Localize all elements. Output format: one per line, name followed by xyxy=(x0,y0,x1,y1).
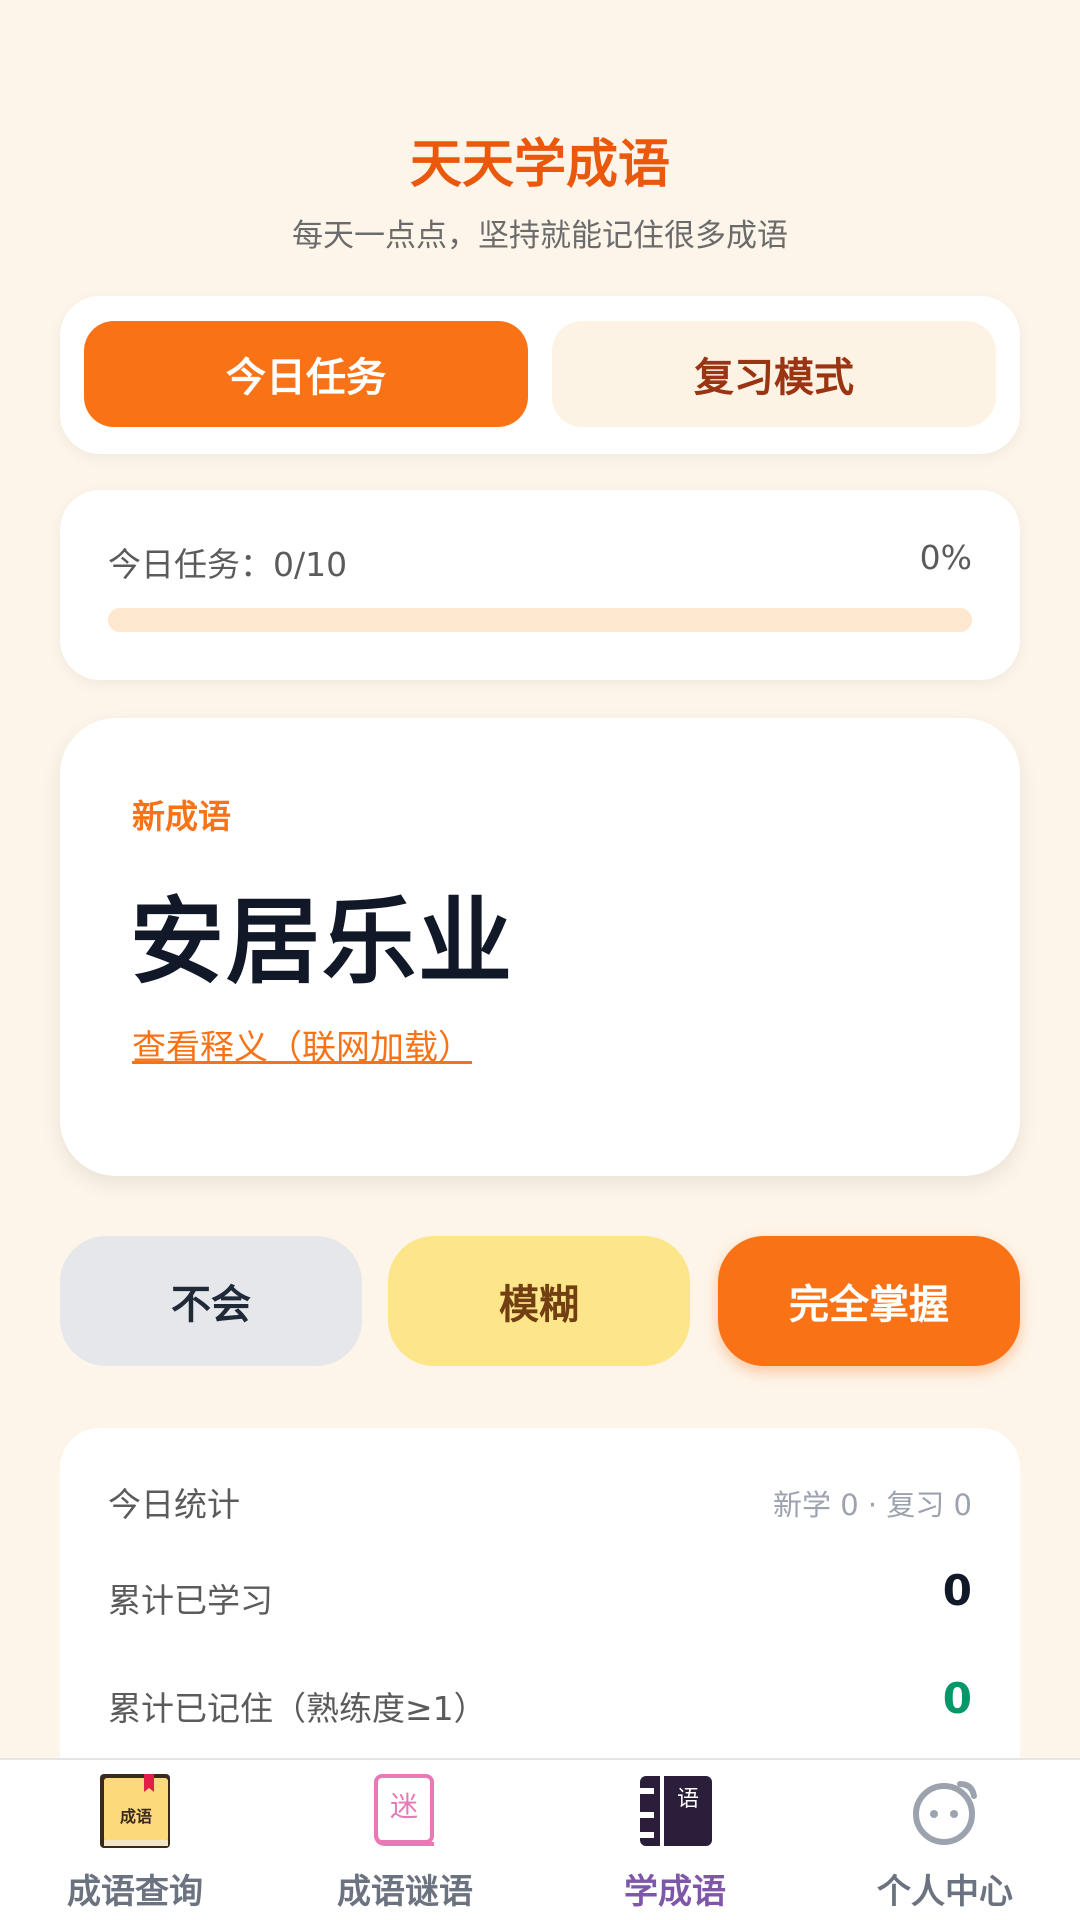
riddle-book-icon: 迷 xyxy=(374,1774,434,1846)
mastered-button[interactable]: 完全掌握 xyxy=(718,1236,1020,1366)
nav-item-idiom-lookup[interactable]: 成语 成语查询 xyxy=(0,1760,270,1920)
idiom-book-glyph: 成语 xyxy=(120,1807,152,1826)
daily-progress-card: 今日任务：0/10 0% xyxy=(60,490,1020,680)
nav-label-idiom-lookup: 成语查询 xyxy=(67,1872,203,1912)
page-header: 天天学成语 每天一点点，坚持就能记住很多成语 xyxy=(0,130,1080,256)
user-face-icon xyxy=(913,1781,977,1845)
nav-label-user-center: 个人中心 xyxy=(877,1872,1013,1912)
learn-idiom-icon: 语 xyxy=(640,1776,712,1846)
progress-label: 今日任务：0/10 xyxy=(108,545,348,584)
riddle-book-glyph: 迷 xyxy=(390,1790,418,1823)
nav-item-idiom-riddle[interactable]: 迷 成语谜语 xyxy=(270,1760,540,1920)
learn-idiom-glyph: 语 xyxy=(677,1787,699,1812)
tab-review-mode[interactable]: 复习模式 xyxy=(552,321,996,427)
stats-title: 今日统计 xyxy=(108,1485,240,1524)
nav-item-user-center[interactable]: 个人中心 xyxy=(810,1760,1080,1920)
nav-item-learn-idiom[interactable]: 语 学成语 xyxy=(540,1760,810,1920)
total-memorized-value: 0 xyxy=(942,1674,972,1723)
idiom-text: 安居乐业 xyxy=(130,888,515,997)
progress-percent: 0% xyxy=(919,538,972,577)
tab-today-task[interactable]: 今日任务 xyxy=(84,321,528,427)
idiom-card: 新成语 安居乐业 查看释义（联网加载） xyxy=(60,718,1020,1176)
bottom-navigation: 成语 成语查询 迷 成语谜语 语 学成语 个人中心 xyxy=(0,1758,1080,1920)
progress-bar xyxy=(108,608,972,632)
nav-label-learn-idiom: 学成语 xyxy=(624,1872,726,1912)
app-screen: 天天学成语 每天一点点，坚持就能记住很多成语 今日任务 复习模式 今日任务：0/… xyxy=(0,0,1080,1920)
page-subtitle: 每天一点点，坚持就能记住很多成语 xyxy=(292,218,788,254)
total-learned-label: 累计已学习 xyxy=(108,1581,273,1620)
idiom-book-icon: 成语 xyxy=(100,1774,170,1848)
fuzzy-button[interactable]: 模糊 xyxy=(388,1236,690,1366)
mode-switch: 今日任务 复习模式 xyxy=(60,296,1020,454)
nav-label-idiom-riddle: 成语谜语 xyxy=(337,1872,473,1912)
total-learned-value: 0 xyxy=(942,1566,972,1615)
new-idiom-tag: 新成语 xyxy=(132,797,231,836)
stats-summary: 新学 0 · 复习 0 xyxy=(773,1488,972,1522)
total-memorized-label: 累计已记住（熟练度≥1） xyxy=(108,1689,487,1728)
dont-know-button[interactable]: 不会 xyxy=(60,1236,362,1366)
page-title: 天天学成语 xyxy=(409,135,670,195)
daily-stats-card: 今日统计 新学 0 · 复习 0 累计已学习 0 累计已记住（熟练度≥1） 0 xyxy=(60,1428,1020,1788)
view-definition-link[interactable]: 查看释义（联网加载） xyxy=(132,1020,472,1069)
